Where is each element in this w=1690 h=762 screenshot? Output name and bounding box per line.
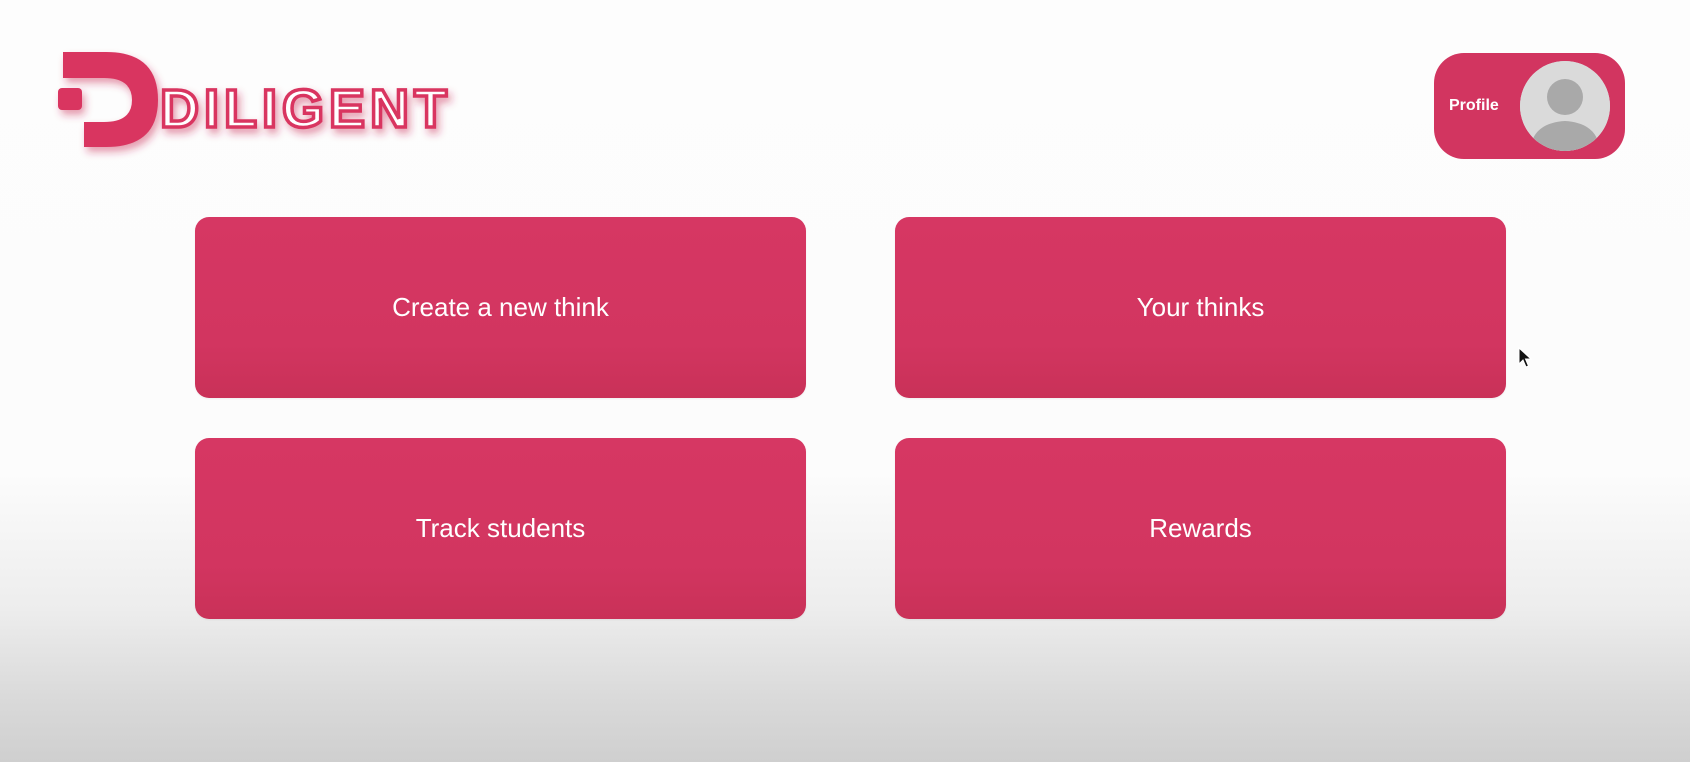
default-user-avatar-icon: [1520, 61, 1610, 151]
logo-d-glyph: [58, 52, 158, 147]
track-students-button[interactable]: Track students: [195, 438, 806, 619]
profile-label: Profile: [1449, 97, 1499, 114]
logo-graphic: DILIGENT: [58, 52, 449, 147]
rewards-label: Rewards: [1149, 513, 1252, 543]
rewards-button[interactable]: Rewards: [895, 438, 1506, 619]
your-thinks-button[interactable]: Your thinks: [895, 217, 1506, 398]
create-new-think-label: Create a new think: [392, 292, 609, 322]
create-new-think-button[interactable]: Create a new think: [195, 217, 806, 398]
logo-wordmark: DILIGENT: [160, 79, 452, 139]
diligent-logo[interactable]: DILIGENT: [58, 50, 449, 155]
mouse-pointer-icon: [1518, 346, 1533, 369]
profile-button[interactable]: Profile: [1434, 53, 1625, 159]
avatar: [1520, 61, 1610, 151]
track-students-label: Track students: [415, 513, 586, 543]
your-thinks-label: Your thinks: [1136, 292, 1265, 322]
